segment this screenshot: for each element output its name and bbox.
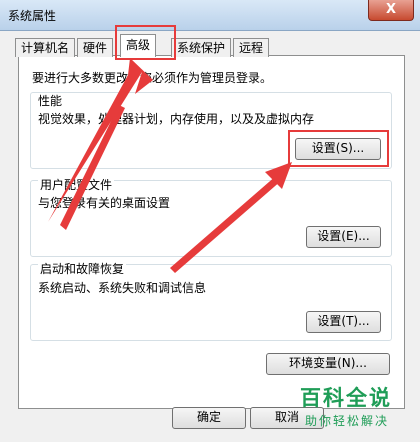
arrow-to-advanced-tab	[48, 58, 153, 222]
arrow-shaft-to-advanced-tab	[60, 105, 125, 230]
watermark-logo: 百科全说	[300, 386, 392, 410]
annotation-arrows	[48, 58, 292, 273]
watermark-slogan: 助你轻松解决	[305, 414, 390, 428]
arrow-shaft-to-settings	[170, 175, 282, 273]
tab-advanced[interactable]: 高级	[120, 34, 157, 57]
